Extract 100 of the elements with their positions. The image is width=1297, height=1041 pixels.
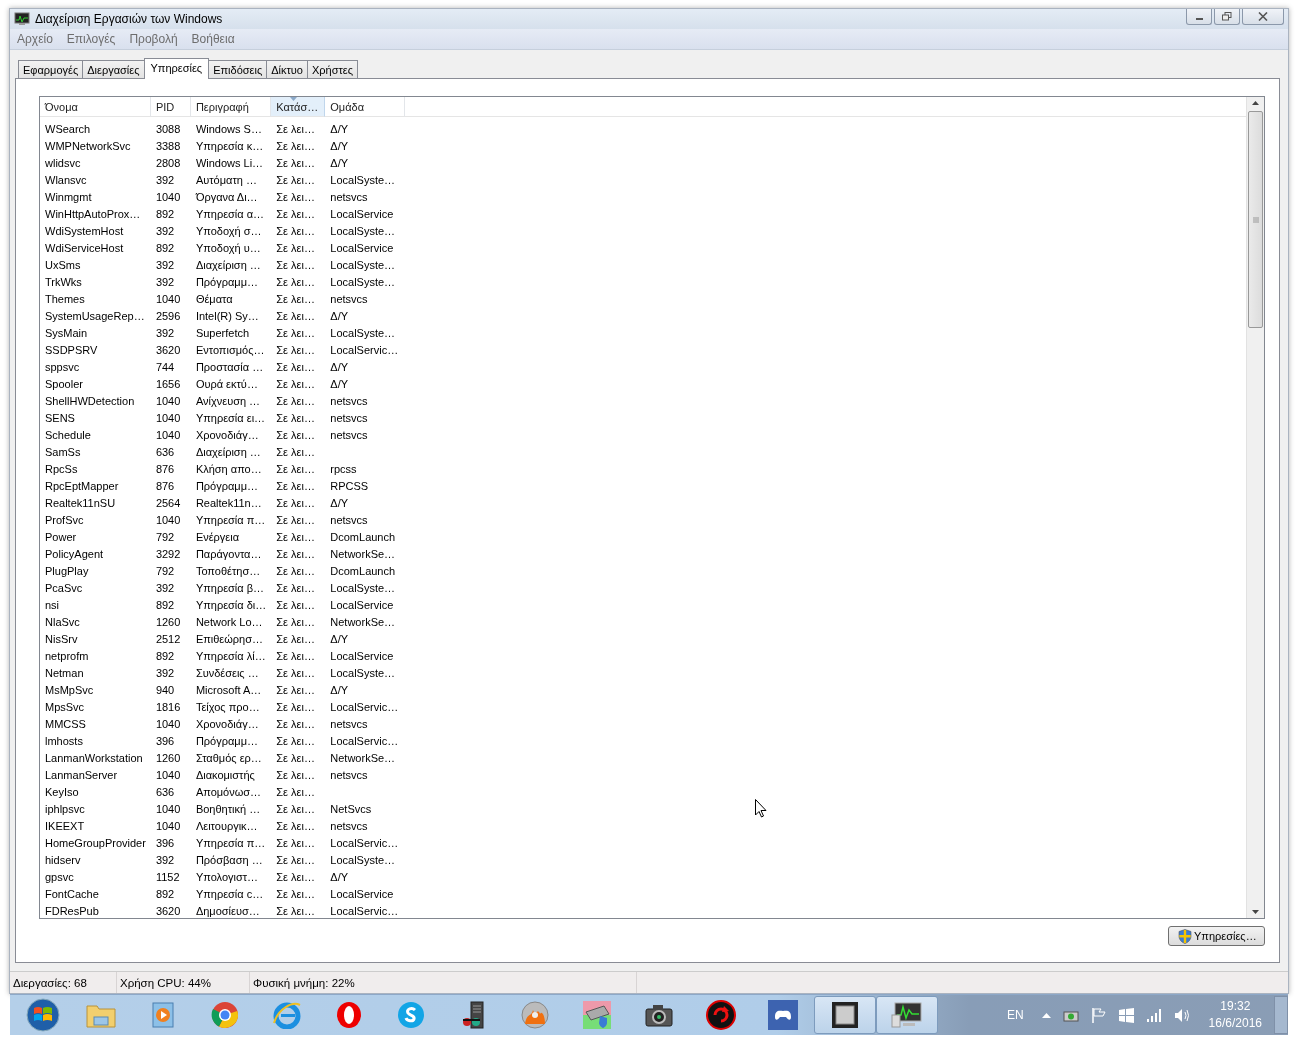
show-desktop-button[interactable] xyxy=(1274,996,1288,1034)
table-cell-text: 396 xyxy=(154,733,176,749)
table-cell-text: hidserv xyxy=(44,852,82,868)
table-cell-text: 1040 xyxy=(154,393,182,409)
table-cell-text: MpsSvc xyxy=(44,699,86,715)
table-cell-text: Σε λει… xyxy=(275,393,316,409)
e-logo-icon xyxy=(272,1001,302,1029)
table-cell-text: Σε λει… xyxy=(275,257,316,273)
tab[interactable]: Εφαρμογές xyxy=(18,60,84,78)
table-cell-text: Σε λει… xyxy=(275,699,316,715)
table-cell-text: 392 xyxy=(154,223,176,239)
chevron-up-icon[interactable] xyxy=(1041,1012,1051,1018)
table-cell-text: Δ/Υ xyxy=(329,376,350,392)
table-cell-text: 3292 xyxy=(154,546,182,562)
table-cell-text: UxSms xyxy=(44,257,82,273)
table-cell-text: Σε λει… xyxy=(275,495,316,511)
tab[interactable]: Διεργασίες xyxy=(82,60,145,78)
menu-item[interactable]: Βοήθεια xyxy=(191,32,235,46)
table-cell-text: Πρόγραμμ… xyxy=(194,733,259,749)
table-cell-text: Σε λει… xyxy=(275,665,316,681)
column-header[interactable]: Όνομα xyxy=(40,97,151,117)
close-button[interactable] xyxy=(1242,9,1284,25)
table-cell-text: 892 xyxy=(154,886,176,902)
table-cell-text: Wlansvc xyxy=(44,172,88,188)
table-cell-text: Δ/Υ xyxy=(329,121,350,137)
table-cell-text: Κλήση απο… xyxy=(194,461,263,477)
table-cell-text: Υπηρεσία β… xyxy=(194,580,266,596)
table-cell-text: Υπηρεσία π… xyxy=(194,512,267,528)
table-cell-text: Δ/Υ xyxy=(329,495,350,511)
scroll-thumb[interactable] xyxy=(1248,111,1263,328)
column-header[interactable]: Ομάδα xyxy=(325,97,406,117)
table-cell-text: LocalService xyxy=(329,597,395,613)
signal-bars-icon[interactable] xyxy=(1145,1008,1162,1022)
column-header[interactable]: Κατάσ… xyxy=(271,97,326,117)
table-cell-text: 1260 xyxy=(154,614,182,630)
table-cell-text: Σε λει… xyxy=(275,801,316,817)
table-cell-text: ShellHWDetection xyxy=(44,393,136,409)
browser-icon xyxy=(211,1001,239,1029)
table-cell-text: SystemUsageRep… xyxy=(44,308,146,324)
table-cell-text: LocalService xyxy=(329,206,395,222)
table-cell-text: Σε λει… xyxy=(275,835,316,851)
table-cell-text: 392 xyxy=(154,665,176,681)
vertical-scrollbar[interactable] xyxy=(1246,97,1264,918)
table-cell-text: LocalSyste… xyxy=(329,852,397,868)
table-cell-text: LanmanWorkstation xyxy=(44,750,144,766)
tab[interactable]: Χρήστες xyxy=(307,60,359,78)
table-cell-text: Σε λει… xyxy=(275,342,316,358)
table-cell-text: Σε λει… xyxy=(275,563,316,579)
table-cell-text: Σε λει… xyxy=(275,206,316,222)
menu-item[interactable]: Αρχείο xyxy=(17,32,53,46)
scroll-up-icon[interactable] xyxy=(1252,101,1259,105)
windows-logo-icon[interactable] xyxy=(1118,1007,1134,1023)
table-cell-text: Σε λει… xyxy=(275,308,316,324)
camera-icon[interactable] xyxy=(1062,1008,1079,1022)
table-cell-text: Ενέργεια xyxy=(194,529,241,545)
monitor-chart-icon xyxy=(891,1001,923,1029)
tab[interactable]: Επιδόσεις xyxy=(208,60,268,78)
table-cell-text: 636 xyxy=(154,444,176,460)
table-cell-text: LocalService xyxy=(329,886,395,902)
table-cell-text: Τείχος προ… xyxy=(194,699,261,715)
table-cell-text: 792 xyxy=(154,529,176,545)
table-cell-text: 392 xyxy=(154,852,176,868)
menu-item[interactable]: Επιλογές xyxy=(66,32,116,46)
table-cell-text: Σε λει… xyxy=(275,512,316,528)
tab[interactable]: Υπηρεσίες xyxy=(143,58,210,79)
taskbar-button[interactable] xyxy=(814,996,876,1034)
chat-logo-icon xyxy=(397,1001,425,1029)
speaker-icon[interactable] xyxy=(1173,1007,1191,1023)
table-cell-text: Υπηρεσία κ… xyxy=(194,138,265,154)
column-header[interactable]: PID xyxy=(150,97,191,117)
tab[interactable]: Δίκτυο xyxy=(266,60,308,78)
table-cell-text: 1816 xyxy=(154,699,182,715)
table-cell-text: netsvcs xyxy=(329,512,369,528)
table-cell-text: Netman xyxy=(44,665,85,681)
table-cell-text: 876 xyxy=(154,478,176,494)
flag-icon[interactable] xyxy=(1090,1007,1107,1023)
table-cell-text: MMCSS xyxy=(44,716,87,732)
table-cell-text: Realtek11n… xyxy=(194,495,263,511)
table-cell-text: WMPNetworkSvc xyxy=(44,138,132,154)
table-cell-text: sppsvc xyxy=(44,359,81,375)
table-cell-text: Δ/Υ xyxy=(329,869,350,885)
table-cell-text: DcomLaunch xyxy=(329,563,397,579)
table-cell-text: nsi xyxy=(44,597,61,613)
table-cell-text: Υπηρεσία c… xyxy=(194,886,265,902)
table-cell-text: 392 xyxy=(154,274,176,290)
table-cell-text: gpsvc xyxy=(44,869,75,885)
minimize-button[interactable] xyxy=(1186,9,1212,25)
table-cell-text: Winmgmt xyxy=(44,189,93,205)
menu-item[interactable]: Προβολή xyxy=(129,32,178,46)
maximize-button[interactable] xyxy=(1214,9,1240,25)
table-cell-text: LocalServic… xyxy=(329,733,400,749)
table-cell-text: Σε λει… xyxy=(275,614,316,630)
scroll-down-icon[interactable] xyxy=(1252,910,1259,914)
taskbar-button[interactable] xyxy=(876,996,938,1034)
refresh-badge-icon xyxy=(706,1000,736,1030)
table-cell-text: Σε λει… xyxy=(275,631,316,647)
table-cell-text: Δ/Υ xyxy=(329,138,350,154)
table-cell-text: Σε λει… xyxy=(275,529,316,545)
table-cell-text: Microsoft A… xyxy=(194,682,263,698)
services-button[interactable]: Υπηρεσίες… xyxy=(1168,926,1265,946)
